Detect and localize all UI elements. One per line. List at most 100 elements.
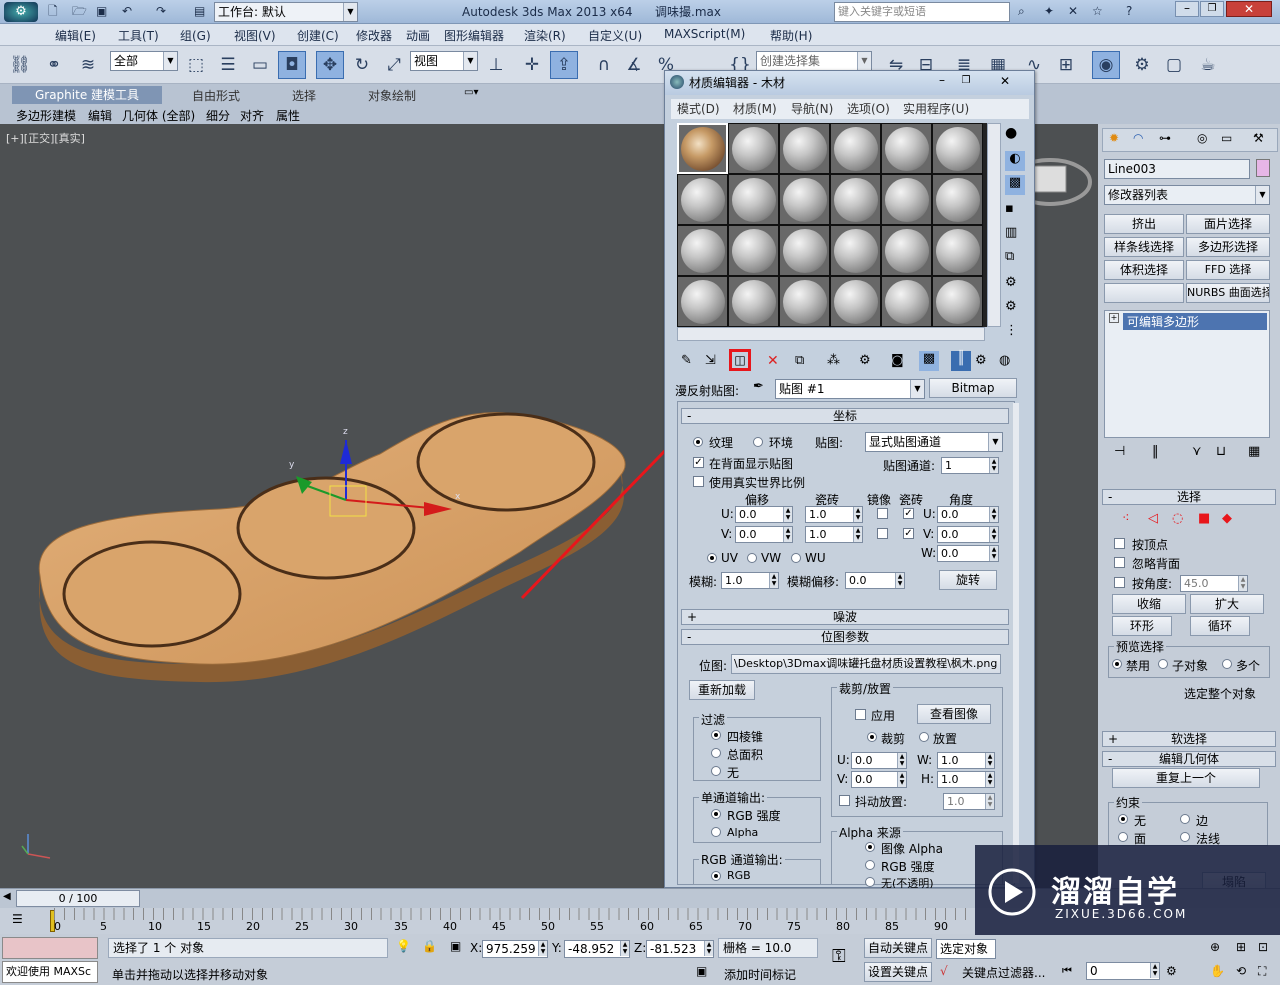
menu-group[interactable]: 组(G) xyxy=(180,27,211,44)
add-time-tag[interactable]: 添加时间标记 xyxy=(724,966,796,983)
filter-pyramidal-radio[interactable] xyxy=(711,730,721,740)
isolate-icon[interactable]: 💡 xyxy=(396,939,411,953)
key-filter-selected-dropdown[interactable]: 选定对象 xyxy=(936,939,996,959)
jitter-checkbox[interactable] xyxy=(839,795,850,806)
ref-coord-dropdown[interactable]: 视图 ▼ xyxy=(410,51,478,71)
select-manipulate-icon[interactable]: ✛ xyxy=(518,51,546,79)
sample-slot[interactable] xyxy=(932,276,983,327)
rollout-coordinates[interactable]: - 坐标 xyxy=(681,408,1009,424)
sample-slot[interactable] xyxy=(932,174,983,225)
utilities-tab-icon[interactable]: ⚒ xyxy=(1253,131,1264,145)
wu-radio[interactable] xyxy=(791,553,801,563)
menu-tools[interactable]: 工具(T) xyxy=(118,27,159,44)
ribbon-sub-properties[interactable]: 属性 xyxy=(276,107,300,124)
mw-restore-button[interactable]: ❐ xyxy=(955,74,977,90)
sample-slot[interactable] xyxy=(881,123,932,174)
constraint-face-radio[interactable] xyxy=(1118,832,1128,842)
current-frame-field[interactable]: 0 ▲ ▼ xyxy=(1086,962,1160,980)
set-key-button[interactable]: 设置关键点 xyxy=(864,962,932,982)
menu-maxscript[interactable]: MAXScript(M) xyxy=(664,27,745,41)
ribbon-sub-subdivision[interactable]: 细分 xyxy=(206,107,230,124)
motion-tab-icon[interactable]: ◎ xyxy=(1197,131,1207,145)
u-offset-spinner[interactable]: 0.0 ▲ ▼ xyxy=(735,506,793,523)
unlink-icon[interactable]: ⚭ xyxy=(40,51,68,79)
make-unique-icon[interactable]: ⧉ xyxy=(795,353,804,368)
open-file-icon[interactable]: 🗁 xyxy=(72,0,87,22)
zoom-extents-icon[interactable]: ⊕ xyxy=(1210,940,1220,954)
mono-rgb-radio[interactable] xyxy=(711,809,721,819)
blur-offset-spinner[interactable]: 0.0 ▲ ▼ xyxy=(845,572,905,589)
menu-rendering[interactable]: 渲染(R) xyxy=(524,27,566,44)
sample-slot[interactable] xyxy=(728,225,779,276)
create-tab-icon[interactable]: ✹ xyxy=(1109,131,1119,145)
mw-minimize-button[interactable]: – xyxy=(931,74,953,90)
extrude-button[interactable]: 挤出 xyxy=(1104,214,1184,234)
prev-frame-icon[interactable]: ⏮ xyxy=(1062,964,1072,978)
material-id-icon[interactable]: ⚙ xyxy=(859,353,871,368)
auto-key-button[interactable]: 自动关键点 xyxy=(864,938,932,958)
show-on-back-checkbox[interactable]: ✓ xyxy=(693,457,704,468)
texture-radio[interactable] xyxy=(693,437,703,447)
filter-summed-radio[interactable] xyxy=(711,748,721,758)
configure-sets-icon[interactable]: ▦ xyxy=(1248,444,1260,459)
lock-selection-icon[interactable]: 🔒 xyxy=(422,939,437,953)
polygon-icon[interactable]: ■ xyxy=(1198,511,1210,526)
window-crossing-icon[interactable]: ◘ xyxy=(278,51,306,79)
sample-slot[interactable] xyxy=(881,225,932,276)
show-end-result-icon[interactable]: ║ xyxy=(951,351,971,371)
move-icon[interactable]: ✥ xyxy=(316,51,344,79)
v-angle-spinner[interactable]: 0.0 ▲ ▼ xyxy=(937,526,999,543)
close-x-icon[interactable]: ✕ xyxy=(1068,0,1078,22)
ribbon-tab-selection[interactable]: 选择 xyxy=(292,87,316,104)
sample-slot[interactable] xyxy=(932,225,983,276)
abs-mode-icon[interactable]: ▣ xyxy=(450,939,461,953)
sample-slot[interactable] xyxy=(779,225,830,276)
rollout-selection[interactable]: - 选择 xyxy=(1102,489,1276,505)
rgb-rgb-radio[interactable] xyxy=(711,871,721,881)
alpha-image-radio[interactable] xyxy=(865,842,875,852)
material-editor-icon[interactable]: ◉ xyxy=(1092,51,1120,79)
repeat-last-button[interactable]: 重复上一个 xyxy=(1112,768,1260,788)
sample-slot[interactable] xyxy=(677,225,728,276)
mono-alpha-radio[interactable] xyxy=(711,827,721,837)
rotate-icon[interactable]: ↻ xyxy=(348,51,376,79)
material-editor-titlebar[interactable]: 材质编辑器 - 木材 – ❐ ✕ xyxy=(665,71,1034,95)
preview-off-radio[interactable] xyxy=(1112,659,1122,669)
empty-button[interactable] xyxy=(1104,283,1184,303)
star-icon[interactable]: ☆ xyxy=(1092,0,1103,22)
crop-w-spinner[interactable]: 1.0 ▲ ▼ xyxy=(937,752,995,769)
constraint-none-radio[interactable] xyxy=(1118,814,1128,824)
maxscript-welcome[interactable]: 欢迎使用 MAXSc xyxy=(2,961,98,983)
workspace-dropdown[interactable]: 工作台: 默认 ▼ xyxy=(214,2,358,22)
undo-icon[interactable]: ↶ xyxy=(122,0,132,22)
sample-slot[interactable] xyxy=(677,174,728,225)
angle-snap-icon[interactable]: ∡ xyxy=(620,51,648,79)
options-icon[interactable]: ⚙ xyxy=(1005,275,1017,290)
by-angle-checkbox[interactable] xyxy=(1114,577,1125,588)
key-filters-label[interactable]: 关键点过滤器... xyxy=(962,964,1045,981)
mapping-dropdown[interactable]: 显式贴图通道 ▼ xyxy=(865,432,1003,452)
v-offset-spinner[interactable]: 0.0 ▲ ▼ xyxy=(735,526,793,543)
preview-multi-radio[interactable] xyxy=(1222,659,1232,669)
reload-button[interactable]: 重新加载 xyxy=(689,680,755,700)
track-bar-menu-icon[interactable]: ☰ xyxy=(12,912,23,926)
modifier-list-dropdown[interactable]: 修改器列表 ▼ xyxy=(1104,185,1270,205)
time-config-icon[interactable]: ⚙ xyxy=(1166,964,1177,978)
zoom-all-icon[interactable]: ⊞ xyxy=(1236,940,1246,954)
v-tile-checkbox[interactable]: ✓ xyxy=(903,528,914,539)
preview-sub-radio[interactable] xyxy=(1158,659,1168,669)
sample-type-icon[interactable]: ● xyxy=(1005,125,1025,145)
show-end-result-stack-icon[interactable]: ‖ xyxy=(1152,444,1159,459)
binoculars-icon[interactable]: ⌕ xyxy=(1018,0,1025,22)
border-icon[interactable]: ◌ xyxy=(1172,511,1183,526)
selection-filter-dropdown[interactable]: 全部 ▼ xyxy=(110,51,178,71)
viewport-label[interactable]: [+][正交][真实] xyxy=(6,130,85,146)
rendered-frame-icon[interactable]: ▢ xyxy=(1160,51,1188,79)
uv-tiling-icon[interactable]: ▪ xyxy=(1005,201,1014,216)
u-tiling-spinner[interactable]: 1.0 ▲ ▼ xyxy=(805,506,863,523)
stack-expand-icon[interactable]: + xyxy=(1109,313,1119,323)
vw-radio[interactable] xyxy=(747,553,757,563)
time-slider[interactable]: 0 / 100 xyxy=(16,890,140,907)
constraint-edge-radio[interactable] xyxy=(1180,814,1190,824)
patch-select-button[interactable]: 面片选择 xyxy=(1186,214,1270,234)
